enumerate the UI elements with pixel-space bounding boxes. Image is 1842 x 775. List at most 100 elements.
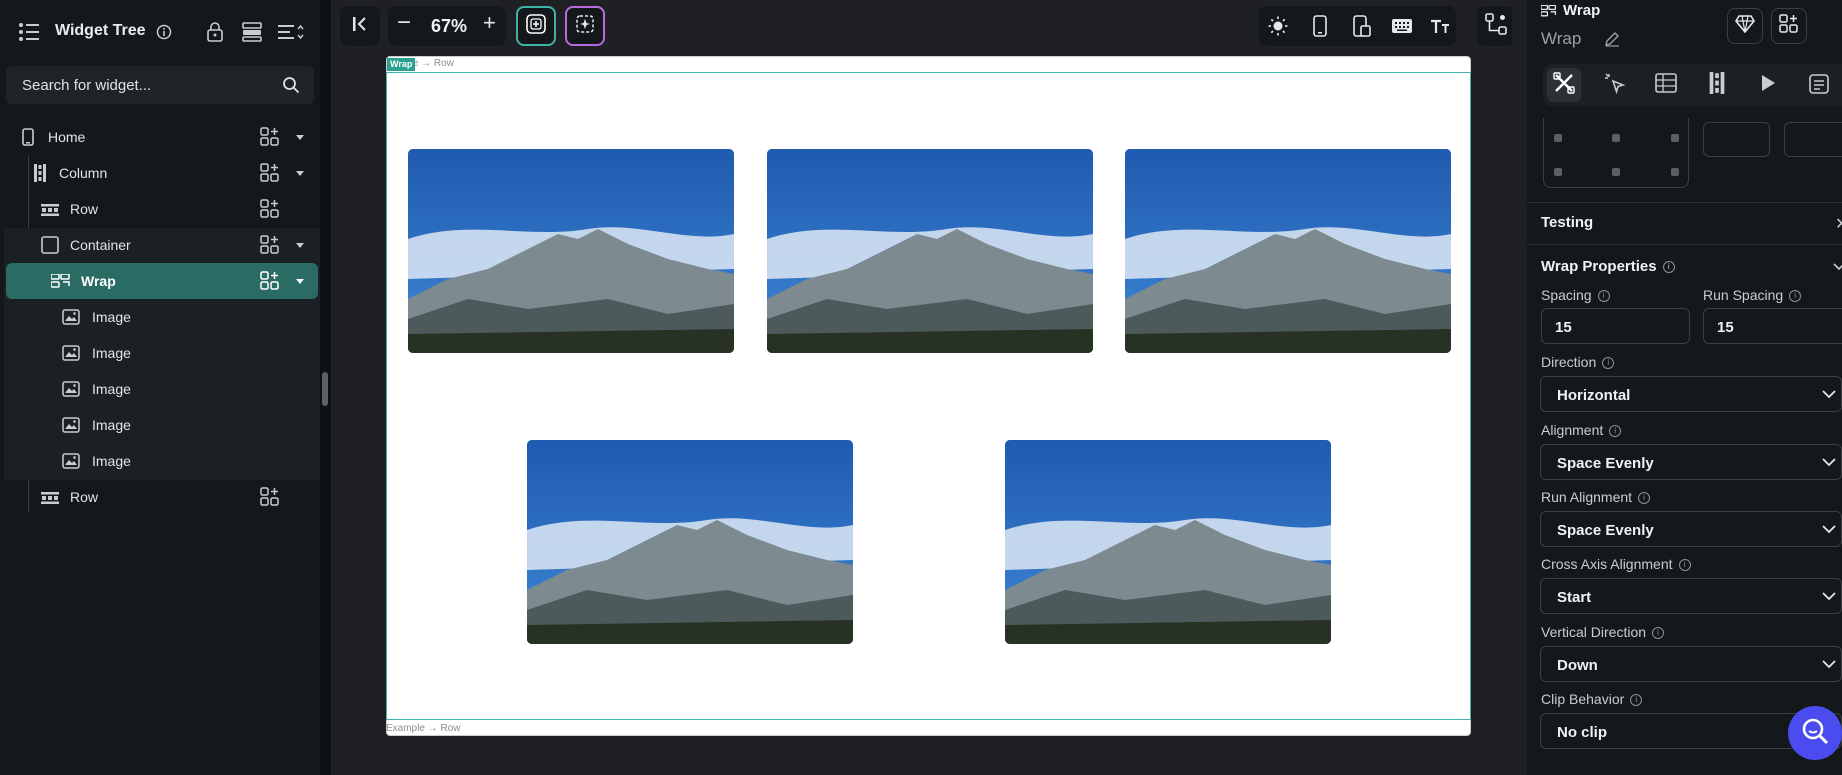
info-icon[interactable]: i xyxy=(1602,357,1615,370)
chevron-down-icon[interactable] xyxy=(296,171,304,176)
close-icon[interactable]: ✕ xyxy=(1835,214,1842,234)
bottom-breadcrumb[interactable]: Example → Row xyxy=(386,723,460,734)
add-child-icon[interactable] xyxy=(260,235,280,255)
align-dot[interactable] xyxy=(1554,168,1562,176)
tree-item-image[interactable]: Image xyxy=(0,443,320,479)
edit-pencil-icon[interactable] xyxy=(1604,31,1620,52)
add-child-icon[interactable] xyxy=(260,127,280,147)
tree-item-container[interactable]: Container xyxy=(0,227,320,263)
align-dot[interactable] xyxy=(1554,134,1562,142)
tab-properties[interactable] xyxy=(1547,68,1581,102)
divider xyxy=(1527,202,1842,203)
add-child-icon[interactable] xyxy=(260,487,280,507)
collapse-panel-button[interactable] xyxy=(340,6,380,46)
vertical-direction-select[interactable]: Down xyxy=(1540,646,1842,682)
collapse-left-icon xyxy=(351,15,369,38)
premium-button[interactable] xyxy=(1727,8,1763,44)
testing-section-title[interactable]: Testing xyxy=(1541,214,1593,231)
tree-item-image[interactable]: Image xyxy=(0,371,320,407)
widget-search-box xyxy=(6,66,314,104)
chevron-down-icon[interactable] xyxy=(296,243,304,248)
mountain-image[interactable] xyxy=(1005,440,1331,644)
info-icon[interactable]: i xyxy=(1789,290,1802,303)
run-alignment-select[interactable]: Space Evenly xyxy=(1540,511,1842,547)
align-dot[interactable] xyxy=(1671,168,1679,176)
tree-item-image[interactable]: Image xyxy=(0,335,320,371)
tree-item-row[interactable]: Row xyxy=(0,191,320,227)
padding-input[interactable] xyxy=(1703,122,1770,157)
tree-item-home[interactable]: Home xyxy=(0,119,320,155)
widget-tree-header: Widget Tree xyxy=(0,0,320,64)
ai-generate-button[interactable] xyxy=(565,6,605,46)
tab-actions[interactable] xyxy=(1598,68,1632,102)
info-icon[interactable]: i xyxy=(1609,425,1622,438)
scrollbar-thumb[interactable] xyxy=(322,372,328,406)
tree-item-row[interactable]: Row xyxy=(0,479,320,515)
search-icon[interactable] xyxy=(282,76,300,99)
mountain-image[interactable] xyxy=(1125,149,1451,353)
add-widget-button[interactable] xyxy=(516,6,556,46)
widget-tree-toggle-button[interactable] xyxy=(1477,6,1515,46)
widget-tree-panel: Widget Tree Home xyxy=(0,0,320,775)
spacing-input[interactable]: 15 xyxy=(1541,308,1690,344)
info-icon[interactable]: i xyxy=(1662,261,1675,274)
chevron-down-icon[interactable] xyxy=(296,279,304,284)
alignment-grid[interactable] xyxy=(1543,118,1689,188)
info-icon[interactable]: i xyxy=(1678,559,1691,572)
alignment-select[interactable]: Space Evenly xyxy=(1540,444,1842,480)
tree-item-column[interactable]: Column xyxy=(0,155,320,191)
phone-preview-icon[interactable] xyxy=(1313,15,1327,42)
chevron-down-icon[interactable] xyxy=(296,135,304,140)
text-size-icon[interactable] xyxy=(1430,18,1450,39)
widget-search-input[interactable] xyxy=(20,66,260,104)
zoom-in-button[interactable]: + xyxy=(483,10,496,36)
align-dot[interactable] xyxy=(1612,168,1620,176)
light-mode-icon[interactable] xyxy=(1268,16,1288,41)
cross-axis-select[interactable]: Start xyxy=(1540,578,1842,614)
direction-select[interactable]: Horizontal xyxy=(1540,376,1842,412)
chevron-down-icon[interactable] xyxy=(1833,258,1842,276)
lock-icon[interactable] xyxy=(206,22,224,47)
mountain-image[interactable] xyxy=(767,149,1093,353)
zoom-controls: − 67% + xyxy=(388,6,506,46)
tab-layout[interactable] xyxy=(1700,68,1734,102)
tree-item-image[interactable]: Image xyxy=(0,299,320,335)
info-icon[interactable]: i xyxy=(1652,627,1665,640)
mountain-image[interactable] xyxy=(408,149,734,353)
device-size-icon[interactable] xyxy=(1353,15,1371,42)
tree-item-label: Image xyxy=(92,309,131,325)
add-child-icon[interactable] xyxy=(260,163,280,183)
info-icon[interactable] xyxy=(156,24,172,45)
tree-item-label: Home xyxy=(48,129,86,145)
wrap-properties-label: Wrap Properties xyxy=(1541,258,1657,275)
info-icon[interactable]: i xyxy=(1597,290,1610,303)
info-icon[interactable]: i xyxy=(1630,694,1643,707)
vertical-direction-label-row: Vertical Direction i xyxy=(1541,624,1665,640)
sort-options-icon[interactable] xyxy=(278,23,304,46)
tab-animations[interactable] xyxy=(1751,68,1785,102)
padding-input[interactable] xyxy=(1784,122,1842,157)
mountain-image[interactable] xyxy=(527,440,853,644)
layout-icon[interactable] xyxy=(242,22,262,47)
add-child-icon[interactable] xyxy=(260,199,280,219)
info-icon[interactable]: i xyxy=(1638,492,1651,505)
tree-item-image[interactable]: Image xyxy=(0,407,320,443)
tree-item-wrap[interactable]: Wrap xyxy=(6,263,318,299)
widget-name[interactable]: Wrap xyxy=(1541,29,1581,49)
help-search-button[interactable] xyxy=(1788,706,1842,760)
run-spacing-input[interactable]: 15 xyxy=(1703,308,1842,344)
clip-behavior-label: Clip Behavior xyxy=(1541,691,1625,707)
tree-item-label: Container xyxy=(70,237,131,253)
run-spacing-label-row: Run Spacing i xyxy=(1703,287,1802,303)
add-widget-icon xyxy=(525,13,547,40)
align-dot[interactable] xyxy=(1671,134,1679,142)
tree-list-icon[interactable] xyxy=(18,22,40,42)
tab-backend-query[interactable] xyxy=(1649,68,1683,102)
add-child-icon[interactable] xyxy=(260,271,280,291)
wrap-selection-tag[interactable]: Wrap xyxy=(387,58,416,71)
zoom-out-button[interactable]: − xyxy=(397,9,411,37)
tab-documentation[interactable] xyxy=(1802,68,1836,102)
keyboard-icon[interactable] xyxy=(1391,18,1413,39)
add-child-button[interactable] xyxy=(1771,8,1807,44)
align-dot[interactable] xyxy=(1612,134,1620,142)
